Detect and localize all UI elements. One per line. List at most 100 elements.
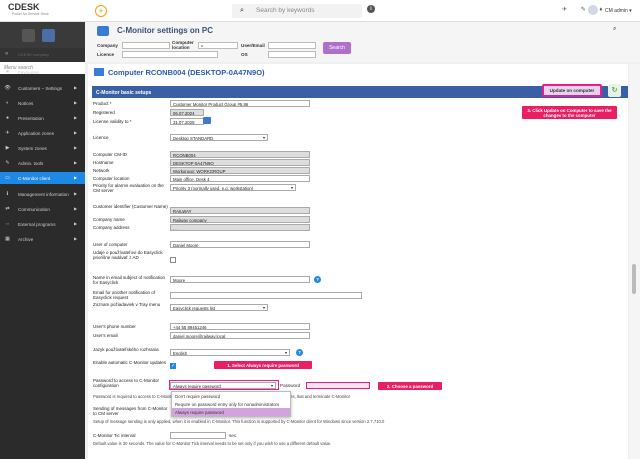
phone-label: User's phone number [93, 324, 136, 329]
licence-select[interactable] [122, 51, 218, 58]
help-icon[interactable]: ? [296, 349, 303, 356]
language-select[interactable]: English [170, 349, 290, 356]
sidebar-item[interactable]: ℹ Management information ▶ [0, 188, 85, 200]
email-notif-label: Email for another notification of Easycl… [93, 290, 156, 301]
tick-note: Default value is 30 seconds. The value f… [93, 441, 332, 446]
password-mode-highlight [169, 380, 279, 390]
tray-select[interactable]: Easyclick requests list [170, 304, 268, 311]
sidebar-item-icon: 👁 [4, 85, 11, 91]
page-title: C-Monitor settings on PC [117, 26, 213, 35]
chevron-right-icon: ▶ [74, 160, 78, 165]
priority-select[interactable]: Priority 3 (normally used, e.g. workstat… [170, 184, 296, 191]
sidebar-item[interactable]: 👁 Customers – Settings ▶ [0, 82, 85, 94]
cdesk-logo[interactable]: CDESK Power for Service Desk [8, 3, 88, 19]
tick-label: C-Monitor Tic interval [93, 433, 136, 438]
sidebar-item[interactable]: ⇔ External programs ▶ [0, 218, 85, 230]
company-address-label: Company address [93, 225, 130, 230]
company-input[interactable] [122, 42, 170, 49]
sidebar-item[interactable]: ⇄ Communication ▶ [0, 203, 85, 215]
product-field[interactable]: Customer Monitor Product Group #5.86 [170, 100, 310, 107]
update-on-computer-button[interactable]: Update on computer [542, 84, 602, 97]
avatar[interactable] [588, 5, 598, 15]
registered-label: Registered [93, 110, 115, 115]
priority-label: Priority for alarms evaluation on the CM… [93, 183, 164, 194]
sidebar-item[interactable]: ◐ Notices ▶ [0, 97, 85, 109]
email-field[interactable]: daniel.moore@railway.local [170, 332, 310, 339]
user-field[interactable]: Daniel Moore [170, 241, 310, 248]
tick-field[interactable] [170, 432, 226, 439]
collapse-icon[interactable]: « [5, 51, 8, 57]
top-bar: CDESK Power for Service Desk + ⌕ Search … [0, 0, 640, 22]
company-address-field: , , [170, 224, 310, 231]
sidebar-item-label: External programs [18, 221, 56, 227]
search-icon[interactable]: ⌕ [613, 26, 616, 33]
sidebar-collapse-row[interactable]: « CDESK company [0, 48, 85, 62]
help-icon[interactable]: ? [314, 276, 321, 283]
sidebar-item[interactable]: ▭ C-Monitor client ▶ [0, 172, 85, 184]
add-icon[interactable]: + [95, 5, 107, 17]
calendar-icon[interactable] [203, 117, 211, 124]
licence-select[interactable]: Desktop STANDARD [170, 134, 268, 141]
chevron-right-icon: ▶ [74, 191, 78, 196]
email-notif-field[interactable] [170, 292, 362, 299]
language-label: Jazyk používateľského rozhrania [93, 347, 159, 352]
user-email-input[interactable] [268, 42, 316, 49]
dropdown-option[interactable]: Require on password entry only for nonad… [172, 400, 290, 408]
chevron-right-icon: ▶ [74, 175, 78, 180]
sidebar-item[interactable]: ✎ Admin. tools ▶ [0, 157, 85, 169]
location-field[interactable]: Main office, Desk 4 [170, 175, 310, 182]
easyclick-ad-checkbox[interactable] [170, 257, 176, 263]
sidebar-item-icon: ⇄ [5, 206, 10, 212]
filter-os-label: OS [241, 52, 248, 57]
search-placeholder: Search by keywords [256, 7, 315, 14]
chevron-right-icon: ▶ [74, 100, 78, 105]
toolbar-icons[interactable]: ✈ ✎ ♦ [562, 6, 608, 13]
password-mode-dropdown[interactable]: Don't require password Require on passwo… [171, 391, 291, 417]
brand-tagline: Power for Service Desk [12, 12, 49, 16]
sidebar-item-icon: ▦ [5, 236, 10, 242]
sending-label: Sending of messages from C-Monitor to CM… [93, 406, 168, 417]
phone-field[interactable]: +44 55 89451246 [170, 323, 310, 330]
sidebar-item-label: Management information [18, 191, 69, 197]
notif-name-label: Name in email subject of notification fo… [93, 275, 166, 286]
sidebar-item[interactable]: ★ Favourites [0, 66, 85, 78]
password-field[interactable] [306, 382, 370, 389]
computer-icon [94, 68, 104, 76]
location-label: Computer location [93, 176, 130, 181]
info-icon[interactable]: i [367, 5, 375, 13]
notif-name-field[interactable]: Moore [170, 276, 310, 283]
dropdown-option-selected[interactable]: Always require password [172, 408, 290, 416]
refresh-icon[interactable]: ↻ [608, 84, 621, 97]
os-select[interactable] [268, 51, 316, 58]
scrollbar[interactable] [629, 64, 640, 459]
search-button[interactable]: Search [323, 42, 351, 54]
auto-update-checkbox[interactable]: ✓ [170, 363, 176, 369]
user-menu[interactable]: CM admin ▾ [605, 8, 632, 14]
computer-title-text: Computer RCONB004 (DESKTOP-0A47N9O) [108, 68, 265, 77]
monitor-icon [97, 26, 109, 36]
main-content: Computer RCONB004 (DESKTOP-0A47N9O) C-Mo… [88, 64, 628, 459]
filter-user-label: User/Email [241, 43, 265, 48]
customer-id-label: Customer identifier (Customer Name) [93, 204, 168, 209]
sidebar-item[interactable]: ● Presentation ▶ [0, 112, 85, 124]
global-search[interactable]: ⌕ Search by keywords [232, 4, 362, 18]
sidebar-item-icon: ▭ [5, 175, 10, 181]
brand-name: CDESK [8, 2, 40, 12]
sidebar-item[interactable]: ▦ Archive ▶ [0, 233, 85, 245]
sidebar-item-label: C-Monitor client [18, 175, 51, 181]
location-input[interactable]: x [198, 42, 238, 49]
chevron-right-icon: ▶ [74, 221, 78, 226]
cmid-label: Computer CM-ID [93, 152, 128, 157]
sidebar-item[interactable]: ✈ Application zones ▶ [0, 127, 85, 139]
sidebar-item-label: Notices [18, 100, 34, 106]
sidebar-item[interactable]: ▶ System zones ▶ [0, 142, 85, 154]
cmid-field: RCONB004 [170, 151, 310, 158]
validity-field[interactable]: 31.07.2025 [170, 118, 204, 125]
sidebar-item-icon: ◐ [5, 100, 10, 106]
scrollbar-thumb[interactable] [632, 264, 636, 294]
sidebar: « CDESK company Menu search ★ Favourites 👁… [0, 22, 85, 459]
registered-field: 06.07.2024 [170, 109, 204, 116]
dropdown-option[interactable]: Don't require password [172, 392, 290, 400]
password-access-label: Password to access to C-Monitor configur… [93, 378, 160, 389]
sidebar-item-label: System zones [18, 145, 47, 151]
